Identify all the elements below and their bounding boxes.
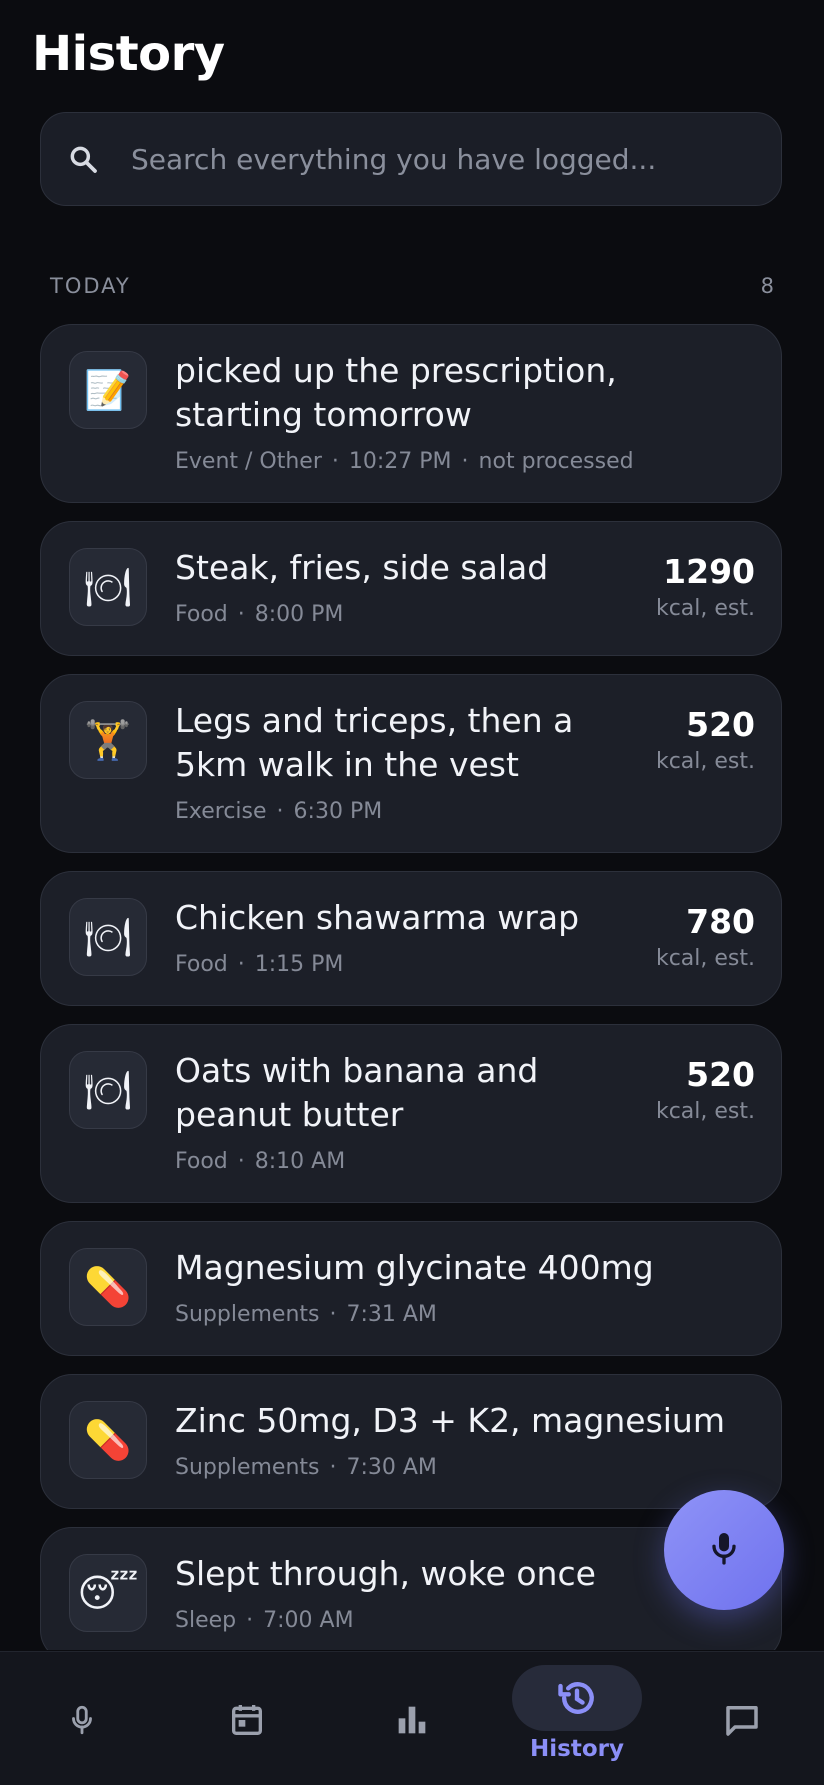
search-bar[interactable] — [40, 112, 782, 206]
list-item[interactable]: 🍽 Oats with banana and peanut butter Foo… — [40, 1024, 782, 1203]
search-icon — [63, 139, 103, 179]
entry-text: Zinc 50mg, D3 + K2, magnesium — [175, 1401, 725, 1440]
calorie-value: 780 kcal, est. — [655, 902, 755, 971]
plate-icon: 🍽 — [69, 1051, 147, 1129]
entry-meta: Sleep · 7:00 AM — [175, 1608, 354, 1633]
list-item[interactable]: 🍽 Chicken shawarma wrap Food · 1:15 PM 780… — [40, 871, 782, 1006]
sleeping-face-icon: 😴 — [69, 1554, 147, 1632]
entry-meta: Supplements · 7:31 AM — [175, 1302, 437, 1327]
tab-history-label: History — [530, 1736, 624, 1762]
calendar-icon — [223, 1696, 271, 1744]
entry-text: Magnesium glycinate 400mg — [175, 1248, 654, 1287]
calorie-value: 1290 kcal, est. — [655, 552, 755, 621]
entry-text: Legs and triceps, then a 5km walk in the… — [175, 701, 574, 784]
pill-icon: 💊 — [69, 1248, 147, 1326]
entry-meta: Food · 8:10 AM — [175, 1149, 346, 1174]
record-voice-button[interactable] — [664, 1490, 784, 1610]
microphone-icon — [58, 1696, 106, 1744]
entry-text: Oats with banana and peanut butter — [175, 1051, 539, 1134]
list-item[interactable]: 📝 picked up the prescription, starting t… — [40, 324, 782, 503]
entry-text: Chicken shawarma wrap — [175, 898, 580, 937]
memo-icon: 📝 — [69, 351, 147, 429]
entry-meta: Food · 8:00 PM — [175, 602, 344, 627]
tab-chat[interactable] — [677, 1652, 807, 1785]
calorie-value: 520 kcal, est. — [655, 705, 755, 774]
search-input[interactable] — [129, 141, 781, 177]
entry-meta: Supplements · 7:30 AM — [175, 1455, 437, 1480]
list-item[interactable]: 💊 Magnesium glycinate 400mg Supplements ·… — [40, 1221, 782, 1356]
tab-calendar[interactable] — [182, 1652, 312, 1785]
tab-stats[interactable] — [347, 1652, 477, 1785]
history-icon — [553, 1674, 601, 1722]
entry-meta: Event / Other · 10:27 PM · not processed — [175, 449, 634, 474]
weightlifter-icon: 🏋 — [69, 701, 147, 779]
page-title: History — [32, 26, 225, 82]
entry-text: picked up the prescription, starting tom… — [175, 351, 617, 434]
entry-meta: Exercise · 6:30 PM — [175, 799, 383, 824]
microphone-icon — [704, 1526, 744, 1574]
section-header: TODAY 8 — [50, 274, 776, 298]
list-item[interactable]: 🏋 Legs and triceps, then a 5km walk in t… — [40, 674, 782, 853]
status-text: not processed — [478, 449, 634, 474]
pill-icon: 💊 — [69, 1401, 147, 1479]
list-item[interactable]: 🍽 Steak, fries, side salad Food · 8:00 PM … — [40, 521, 782, 656]
chat-icon — [718, 1696, 766, 1744]
list-item[interactable]: 💊 Zinc 50mg, D3 + K2, magnesium Suppleme… — [40, 1374, 782, 1509]
bottom-nav: History — [0, 1651, 824, 1785]
section-label: TODAY — [50, 274, 131, 298]
section-count: 8 — [760, 274, 776, 298]
tab-record[interactable] — [17, 1652, 147, 1785]
tab-history[interactable]: History — [512, 1652, 642, 1785]
calorie-value: 520 kcal, est. — [655, 1055, 755, 1124]
bar-chart-icon — [388, 1696, 436, 1744]
plate-icon: 🍽 — [69, 898, 147, 976]
entry-meta: Food · 1:15 PM — [175, 952, 344, 977]
entry-text: Steak, fries, side salad — [175, 548, 549, 587]
plate-icon: 🍽 — [69, 548, 147, 626]
entry-list: 📝 picked up the prescription, starting t… — [40, 324, 782, 1650]
